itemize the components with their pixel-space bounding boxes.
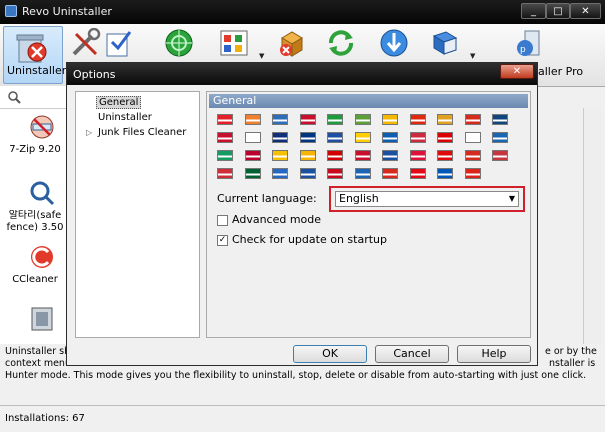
language-flag-icon[interactable] bbox=[244, 114, 261, 125]
language-flag-icon[interactable] bbox=[382, 114, 398, 125]
program-item[interactable]: 7-Zip 9.20 bbox=[0, 112, 68, 156]
language-flag-icon[interactable] bbox=[492, 114, 508, 125]
language-flag-icon[interactable] bbox=[272, 114, 288, 125]
language-flag-icon[interactable] bbox=[464, 168, 481, 179]
close-button[interactable]: ✕ bbox=[570, 3, 601, 19]
language-flag-icon[interactable] bbox=[299, 114, 316, 125]
advanced-mode-label: Advanced mode bbox=[232, 213, 322, 226]
svg-text:p: p bbox=[520, 45, 526, 55]
language-flag-icon[interactable] bbox=[217, 114, 233, 125]
language-flag-icon[interactable] bbox=[327, 168, 343, 179]
language-flag-icon[interactable] bbox=[492, 150, 508, 161]
pro-label: aller Pro bbox=[538, 65, 584, 78]
program-name: 7-Zip 9.20 bbox=[9, 144, 61, 155]
language-flag-icon[interactable] bbox=[244, 150, 261, 161]
advanced-mode-checkbox[interactable] bbox=[217, 215, 228, 226]
program-item[interactable]: 알타리(safe fence) 3.50 bbox=[0, 178, 68, 234]
program-name-line2: fence) 3.50 bbox=[6, 222, 64, 233]
recycle-icon[interactable] bbox=[29, 306, 55, 332]
program-name: 알타리(safe bbox=[8, 210, 62, 221]
desc-line2-right: nstaller is bbox=[549, 358, 596, 369]
language-flag-icon[interactable] bbox=[437, 132, 453, 143]
tree-item-uninstaller[interactable]: Uninstaller bbox=[98, 112, 152, 123]
desc-line1-right: e or by the bbox=[545, 346, 597, 357]
general-panel: General Current language: English ▼ Adva… bbox=[206, 91, 531, 338]
program-item[interactable]: CCleaner bbox=[0, 244, 68, 288]
language-flag-icon[interactable] bbox=[409, 150, 426, 161]
language-flag-icon[interactable] bbox=[437, 168, 453, 179]
language-flag-icon[interactable] bbox=[327, 150, 343, 161]
search-icon[interactable] bbox=[7, 90, 21, 104]
search-row bbox=[0, 86, 68, 109]
language-flag-icon[interactable] bbox=[217, 168, 233, 179]
language-flag-icon[interactable] bbox=[217, 132, 233, 143]
language-flag-icon[interactable] bbox=[327, 114, 343, 125]
autorun-dropdown-arrow[interactable]: ▼ bbox=[259, 52, 264, 60]
ccleaner-icon bbox=[31, 246, 53, 268]
language-flag-icon[interactable] bbox=[382, 132, 398, 143]
desc-line3: Hunter mode. This mode gives you the fle… bbox=[5, 370, 587, 381]
language-flag-icon[interactable] bbox=[437, 114, 453, 125]
language-select[interactable]: English ▼ bbox=[335, 191, 519, 207]
language-flag-icon[interactable] bbox=[409, 168, 426, 179]
language-flag-icon[interactable] bbox=[409, 114, 426, 125]
chevron-down-icon: ▼ bbox=[508, 194, 515, 203]
language-flag-icon[interactable] bbox=[217, 150, 233, 161]
check-update-label: Check for update on startup bbox=[232, 233, 387, 246]
check-update-checkbox[interactable]: ✓ bbox=[217, 235, 228, 246]
program-list-scrollbar[interactable] bbox=[583, 108, 602, 344]
current-language-label: Current language: bbox=[217, 192, 317, 205]
language-flag-icon[interactable] bbox=[299, 132, 316, 143]
status-bar bbox=[0, 405, 605, 432]
language-flag-icon[interactable] bbox=[354, 132, 371, 143]
cancel-button[interactable]: Cancel bbox=[375, 345, 449, 363]
uninstaller-label: Uninstaller bbox=[7, 64, 67, 77]
language-flag-icon[interactable] bbox=[354, 150, 371, 161]
panel-title: General bbox=[209, 94, 528, 108]
language-flag-icon[interactable] bbox=[409, 132, 426, 143]
language-flag-icon[interactable] bbox=[244, 132, 261, 143]
help-dropdown-arrow[interactable]: ▼ bbox=[470, 52, 475, 60]
desc-line2: context menu bbox=[5, 358, 71, 369]
language-flag-icon[interactable] bbox=[464, 114, 481, 125]
alzip-icon bbox=[30, 181, 55, 206]
uninstaller-icon bbox=[16, 34, 47, 63]
options-dialog: Options ✕ General Uninstaller ▷ Junk Fil… bbox=[66, 62, 538, 366]
help-button[interactable]: Help bbox=[457, 345, 531, 363]
language-flag-icon[interactable] bbox=[382, 150, 398, 161]
options-tree: General Uninstaller ▷ Junk Files Cleaner bbox=[75, 91, 200, 338]
ok-button[interactable]: OK bbox=[293, 345, 367, 363]
tree-item-junk-files-cleaner[interactable]: Junk Files Cleaner bbox=[98, 127, 186, 138]
maximize-button[interactable]: □ bbox=[546, 3, 570, 19]
language-flag-icon[interactable] bbox=[382, 168, 398, 179]
title-bar: Revo Uninstaller _ □ ✕ bbox=[0, 0, 605, 24]
language-flag-icon[interactable] bbox=[272, 168, 288, 179]
installations-count: Installations: 67 bbox=[5, 413, 85, 424]
language-flag-icon[interactable] bbox=[272, 132, 288, 143]
language-flag-icon[interactable] bbox=[464, 132, 481, 143]
language-flag-icon[interactable] bbox=[492, 132, 508, 143]
uninstaller-button[interactable]: Uninstaller bbox=[3, 26, 67, 84]
tree-item-general[interactable]: General bbox=[96, 96, 142, 109]
language-flag-icon[interactable] bbox=[354, 168, 371, 179]
language-flag-icon[interactable] bbox=[272, 150, 288, 161]
language-flag-icon[interactable] bbox=[327, 132, 343, 143]
7zip-icon bbox=[30, 115, 54, 139]
tree-expander-icon[interactable]: ▷ bbox=[86, 128, 92, 137]
language-flag-icon[interactable] bbox=[299, 168, 316, 179]
language-flag-icon[interactable] bbox=[244, 168, 261, 179]
minimize-button[interactable]: _ bbox=[521, 3, 546, 19]
dialog-close-button[interactable]: ✕ bbox=[500, 64, 534, 79]
language-flag-icon[interactable] bbox=[299, 150, 316, 161]
app-title: Revo Uninstaller bbox=[22, 5, 112, 18]
language-flag-icon[interactable] bbox=[464, 150, 481, 161]
language-value: English bbox=[339, 192, 379, 205]
language-flag-icon[interactable] bbox=[354, 114, 371, 125]
dialog-title: Options bbox=[73, 68, 116, 81]
app-icon bbox=[5, 5, 17, 17]
dialog-title-bar: Options ✕ bbox=[67, 63, 537, 85]
language-flag-icon[interactable] bbox=[437, 150, 453, 161]
program-name: CCleaner bbox=[12, 274, 58, 285]
